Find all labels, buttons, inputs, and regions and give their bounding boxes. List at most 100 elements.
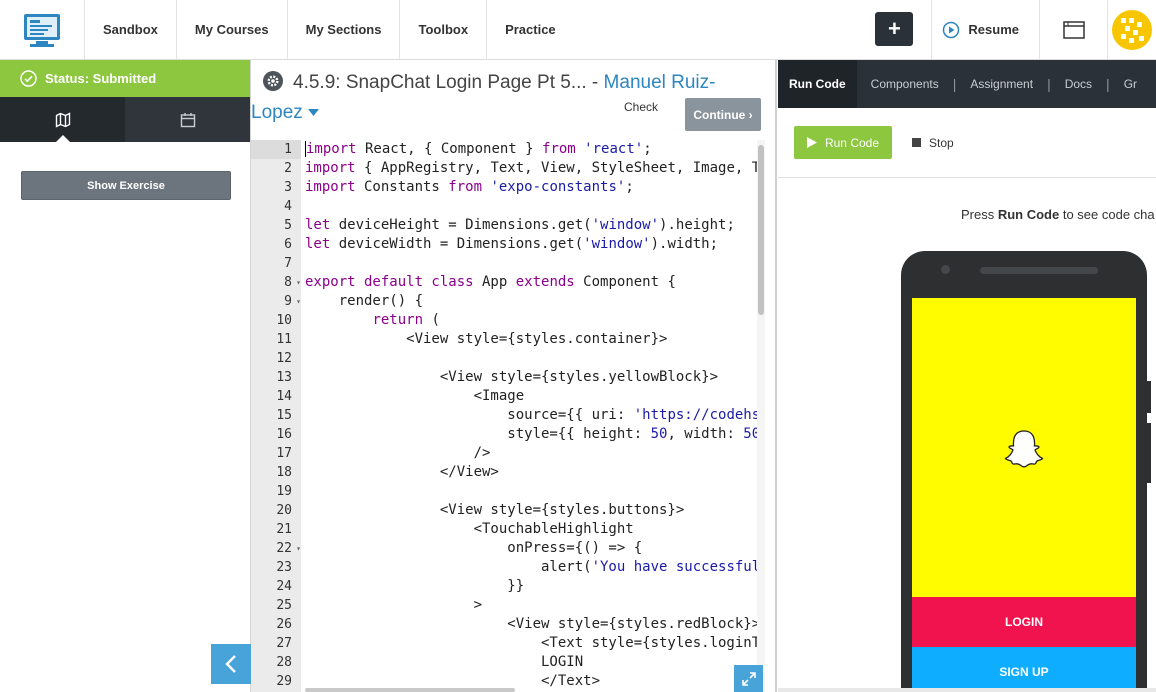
run-hint-suffix: to see code cha: [1059, 207, 1155, 222]
line-number: 2: [284, 161, 292, 176]
code-line: />: [305, 445, 491, 461]
expand-icon: [741, 671, 756, 686]
tab-grade[interactable]: Gr: [1110, 60, 1151, 108]
fold-arrow-icon[interactable]: ▾: [296, 292, 301, 311]
code-line: render() {: [305, 293, 424, 309]
code-line: let deviceHeight = Dimensions.get('windo…: [305, 217, 735, 233]
line-number: 14: [276, 389, 292, 404]
nav-toolbox[interactable]: Toolbox: [400, 0, 488, 59]
line-number: 22 ▾: [251, 539, 301, 558]
code-line: export default class App extends Compone…: [305, 274, 676, 290]
check-button[interactable]: Check: [624, 100, 658, 114]
line-number: 5: [284, 218, 292, 233]
run-code-label: Run Code: [824, 135, 880, 150]
code-line: import { AppRegistry, Text, View, StyleS…: [305, 160, 765, 176]
line-number: 15: [276, 408, 292, 423]
code-line: return (: [372, 312, 440, 328]
line-number: 25: [276, 598, 292, 613]
line-number: 1: [251, 140, 301, 159]
run-hint: Press Run Code to see code cha: [961, 207, 1155, 222]
fold-arrow-icon[interactable]: ▾: [296, 273, 301, 292]
tab-docs[interactable]: Docs: [1051, 60, 1106, 108]
show-exercise-button[interactable]: Show Exercise: [21, 171, 231, 200]
line-number: 20: [276, 503, 292, 518]
gear-icon[interactable]: [263, 70, 283, 91]
title-separator: -: [586, 72, 604, 93]
nav-practice[interactable]: Practice: [487, 0, 574, 59]
status-bar: Status: Submitted: [0, 60, 250, 97]
continue-label: Continue: [693, 107, 746, 122]
stop-button[interactable]: Stop: [912, 136, 954, 150]
phone-button: [1147, 423, 1151, 483]
line-number: 13: [276, 370, 292, 385]
user-avatar[interactable]: [1108, 0, 1156, 59]
tab-components[interactable]: Components: [857, 60, 953, 108]
line-number: 12: [276, 351, 292, 366]
tab-map[interactable]: [0, 97, 125, 142]
line-number: 28: [276, 655, 292, 670]
chevron-right-icon: ›: [748, 107, 753, 122]
play-icon: [806, 137, 817, 148]
code-line: <TouchableHighlight: [305, 521, 634, 537]
line-number: 7: [284, 256, 292, 271]
line-number: 29: [276, 674, 292, 689]
browser-window-icon[interactable]: [1040, 0, 1108, 59]
line-number: 21: [276, 522, 292, 537]
code-line: source={{ uri: 'https://codehs.com/uploa…: [305, 407, 765, 423]
phone-button: [1147, 381, 1151, 413]
resume-label: Resume: [968, 22, 1019, 37]
add-button[interactable]: +: [875, 12, 914, 46]
code-line: LOGIN: [305, 654, 584, 670]
editor-horizontal-scrollbar[interactable]: [305, 688, 515, 692]
output-horizontal-scrollbar[interactable]: [778, 688, 1156, 692]
code-line: <View style={styles.container}>: [305, 331, 668, 347]
run-controls: Run Code Stop: [778, 108, 1156, 178]
nav-my-sections[interactable]: My Sections: [288, 0, 401, 59]
code-line: }}: [305, 578, 525, 594]
phone-screen[interactable]: LOGIN SIGN UP: [912, 298, 1136, 692]
code-line: <View style={styles.yellowBlock}>: [305, 369, 719, 385]
code-line: import Constants from 'expo-constants';: [305, 179, 634, 195]
line-number-text: 8: [284, 275, 292, 290]
login-button[interactable]: LOGIN: [912, 597, 1136, 647]
collapse-panel-button[interactable]: [211, 644, 251, 684]
resume-button[interactable]: Resume: [931, 0, 1040, 59]
tab-assignment[interactable]: Assignment: [956, 60, 1047, 108]
phone-camera: [941, 265, 950, 274]
chevron-left-icon: [225, 655, 236, 673]
line-number: 17: [276, 446, 292, 461]
continue-button[interactable]: Continue ›: [685, 98, 761, 131]
tab-calendar[interactable]: [125, 97, 250, 142]
run-code-button[interactable]: Run Code: [794, 126, 892, 159]
line-gutter: 1 2 3 4 5 6 7 8 ▾ 9 ▾ 10 11 12 13 14 15 16 17 18 19 20 21 22 ▾ 23…: [251, 140, 301, 692]
fold-arrow-icon[interactable]: ▾: [296, 539, 301, 558]
code-editor[interactable]: 1 2 3 4 5 6 7 8 ▾ 9 ▾ 10 11 12 13 14 15 16 17 18 19 20 21 22 ▾ 23…: [251, 140, 765, 692]
nav-sandbox[interactable]: Sandbox: [85, 0, 177, 59]
line-number: 24: [276, 579, 292, 594]
code-line: <View style={styles.redBlock}>: [305, 616, 761, 632]
panel-divider[interactable]: [765, 60, 777, 692]
code-line: onPress={() => {: [305, 540, 643, 556]
stop-label: Stop: [929, 135, 954, 150]
signup-button[interactable]: SIGN UP: [912, 647, 1136, 692]
line-number: 11: [276, 332, 292, 347]
scroll-thumb[interactable]: [758, 145, 764, 315]
line-number: 4: [284, 199, 292, 214]
stop-icon: [912, 138, 921, 147]
line-number: 10: [276, 313, 292, 328]
code-line: let deviceWidth = Dimensions.get('window…: [305, 236, 719, 252]
code-line: >: [305, 597, 483, 613]
tab-run-code[interactable]: Run Code: [778, 60, 857, 108]
run-hint-bold: Run Code: [997, 207, 1060, 222]
nav-my-courses[interactable]: My Courses: [177, 0, 288, 59]
editor-vertical-scrollbar[interactable]: [757, 140, 765, 692]
codehs-logo-icon[interactable]: [0, 0, 85, 59]
expand-editor-button[interactable]: [734, 665, 763, 692]
map-icon: [55, 111, 70, 128]
code-area[interactable]: import React, { Component } from 'react'…: [305, 140, 765, 691]
